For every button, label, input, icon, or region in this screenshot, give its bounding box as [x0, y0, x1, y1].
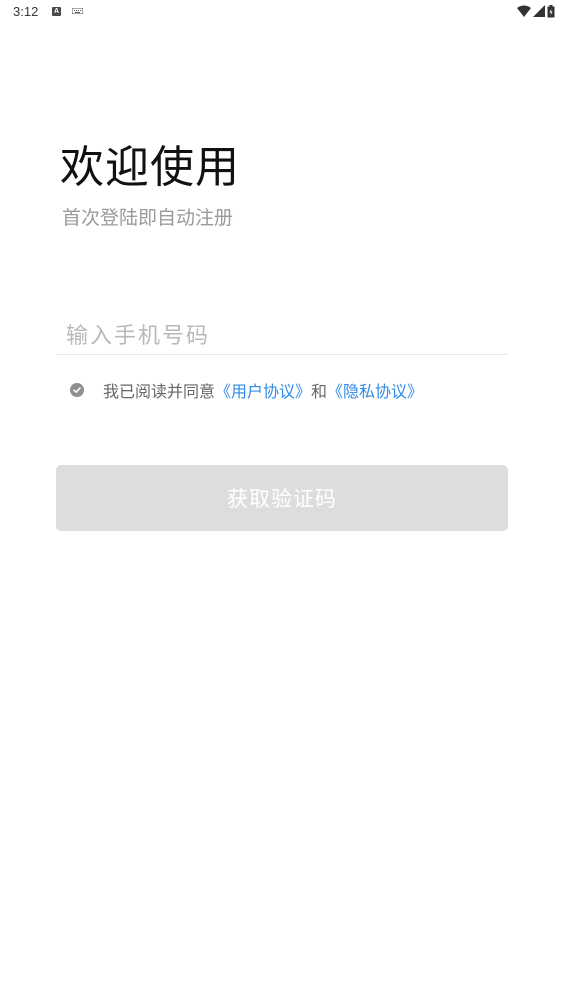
battery-icon: [547, 4, 555, 17]
checkmark-icon: [73, 387, 81, 393]
agreement-row: 我已阅读并同意 《用户协议》 和 《隐私协议》: [70, 378, 423, 402]
page-subtitle: 首次登陆即自动注册: [62, 207, 234, 229]
get-verification-code-button[interactable]: 获取验证码: [56, 465, 508, 531]
a-notification-icon: A: [52, 7, 61, 16]
agreement-prefix: 我已阅读并同意: [103, 382, 216, 401]
status-bar: 3:12 A: [0, 0, 565, 24]
status-right-icons: [517, 4, 555, 18]
phone-input[interactable]: [66, 318, 496, 354]
keyboard-icon: [72, 8, 83, 14]
signal-icon: [533, 5, 545, 17]
agreement-checkbox[interactable]: [70, 383, 84, 397]
user-agreement-link[interactable]: 《用户协议》: [215, 378, 311, 402]
page-title: 欢迎使用: [60, 142, 240, 193]
agreement-conjunction: 和: [311, 382, 328, 401]
phone-field: [56, 318, 508, 355]
wifi-icon: [517, 5, 531, 17]
privacy-policy-link[interactable]: 《隐私协议》: [327, 378, 423, 402]
status-time: 3:12: [13, 4, 39, 19]
